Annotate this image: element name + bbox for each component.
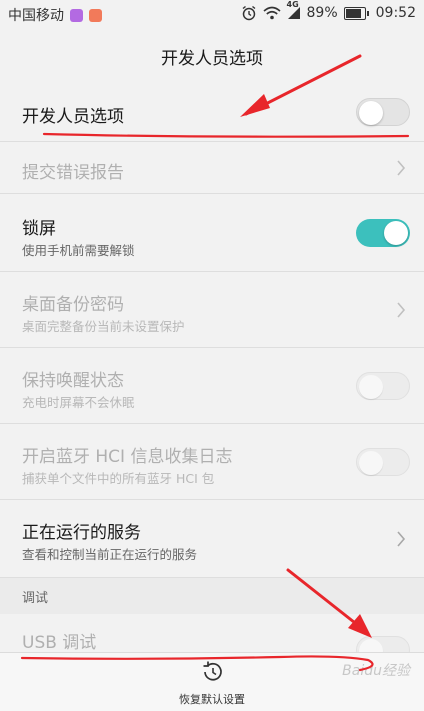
chevron-right-icon: [397, 160, 406, 176]
app-orange-icon: [89, 8, 102, 22]
setting-label: 保持唤醒状态: [22, 371, 124, 391]
carrier-name: 中国移动: [8, 8, 64, 24]
bluetooth-hci-toggle[interactable]: [356, 448, 410, 476]
status-bar: 中国移动 4G 89% 09:52: [0, 0, 424, 28]
restore-defaults-icon[interactable]: [200, 659, 226, 685]
setting-lock-screen[interactable]: 锁屏 使用手机前需要解锁: [0, 194, 424, 272]
setting-label: 桌面备份密码: [22, 295, 124, 315]
setting-stay-awake[interactable]: 保持唤醒状态 充电时屏幕不会休眠: [0, 348, 424, 424]
setting-description: 查看和控制当前正在运行的服务: [22, 547, 198, 562]
setting-label: 开发人员选项: [22, 107, 124, 127]
battery-icon: [343, 6, 369, 20]
signal-icon: 4G: [287, 0, 301, 20]
setting-label: 开启蓝牙 HCI 信息收集日志: [22, 447, 233, 467]
app-purple-icon: [70, 8, 83, 22]
setting-label: 正在运行的服务: [22, 523, 141, 543]
stay-awake-toggle[interactable]: [356, 372, 410, 400]
setting-description: 使用手机前需要解锁: [22, 243, 135, 258]
setting-backup-password[interactable]: 桌面备份密码 桌面完整备份当前未设置保护: [0, 272, 424, 348]
setting-description: 充电时屏幕不会休眠: [22, 395, 135, 410]
section-header-debug: 调试: [0, 578, 424, 615]
section-title: 调试: [22, 591, 49, 606]
setting-label: 锁屏: [22, 219, 56, 239]
setting-label: USB 调试: [22, 633, 97, 653]
clock: 09:52: [375, 5, 416, 21]
network-type-label: 4G: [286, 0, 299, 9]
setting-bluetooth-hci-log[interactable]: 开启蓝牙 HCI 信息收集日志 捕获单个文件中的所有蓝牙 HCI 包: [0, 424, 424, 500]
page-title-bar: 开发人员选项: [0, 28, 424, 85]
setting-running-services[interactable]: 正在运行的服务 查看和控制当前正在运行的服务: [0, 500, 424, 578]
lock-screen-toggle[interactable]: [356, 219, 410, 247]
setting-description: 桌面完整备份当前未设置保护: [22, 319, 185, 334]
setting-description: 捕获单个文件中的所有蓝牙 HCI 包: [22, 471, 215, 486]
alarm-icon: [241, 5, 257, 21]
page-title: 开发人员选项: [161, 48, 263, 69]
setting-usb-debugging[interactable]: USB 调试: [0, 614, 424, 664]
chevron-right-icon: [397, 531, 406, 547]
watermark: Baidu经验: [342, 663, 410, 679]
setting-bug-report[interactable]: 提交错误报告: [0, 142, 424, 194]
setting-label: 提交错误报告: [22, 163, 124, 183]
wifi-icon: [262, 6, 281, 20]
setting-developer-options[interactable]: 开发人员选项: [0, 84, 424, 142]
developer-options-toggle[interactable]: [356, 98, 410, 126]
restore-defaults-button[interactable]: 恢复默认设置: [0, 691, 424, 707]
chevron-right-icon: [397, 302, 406, 318]
battery-percent: 89%: [306, 5, 338, 21]
